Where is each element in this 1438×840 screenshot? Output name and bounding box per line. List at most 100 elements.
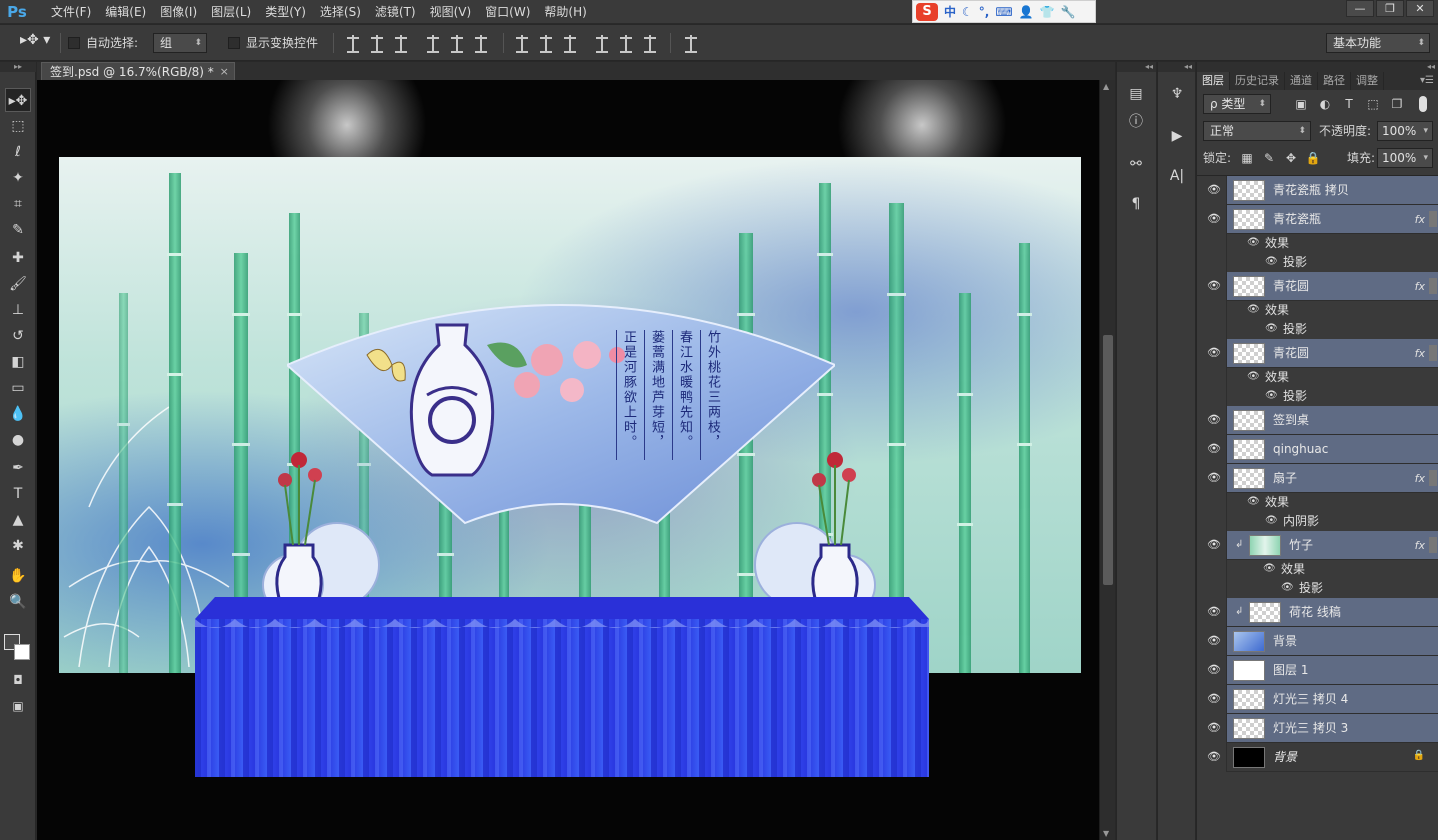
effects-row[interactable]: 👁 效果 (1197, 493, 1438, 512)
libraries-icon[interactable]: ▤ (1124, 82, 1148, 106)
eye-icon[interactable]: 👁 (1207, 212, 1221, 226)
actions-play-icon[interactable]: ▶ (1165, 124, 1189, 148)
pen-tool-icon[interactable]: ✒ (5, 456, 31, 480)
history-brush-tool-icon[interactable]: ↺ (5, 324, 31, 348)
eye-icon[interactable]: 👁 (1281, 582, 1294, 594)
canvas[interactable]: 竹外桃花三两枝， 春江水暖鸭先知。 蒌蒿满地芦芽短， 正是河豚欲上时。 (37, 80, 1099, 840)
shape-tool-icon[interactable]: ✱ (5, 534, 31, 558)
info-icon[interactable]: ⓘ (1124, 110, 1148, 134)
quick-mask-icon[interactable]: ◘ (5, 668, 31, 692)
menu-image[interactable]: 图像(I) (153, 0, 204, 24)
clone-stamp-tool-icon[interactable]: ⊥ (5, 298, 31, 322)
eye-icon[interactable]: 👁 (1265, 515, 1278, 527)
blur-tool-icon[interactable]: 💧 (5, 402, 31, 426)
eye-icon[interactable]: 👁 (1207, 634, 1221, 648)
zoom-tool-icon[interactable]: 🔍 (5, 590, 31, 614)
layer-row[interactable]: 👁 青花圆 fx (1197, 272, 1438, 301)
eye-icon[interactable]: 👁 (1247, 496, 1260, 508)
lock-pixels-icon[interactable]: ✎ (1261, 150, 1277, 166)
layer-fx-icon[interactable]: fx (1415, 464, 1425, 493)
moon-icon[interactable]: ☾ (962, 5, 973, 19)
ime-mode-toggle[interactable]: 中 (944, 3, 956, 20)
restore-button[interactable]: ❐ (1376, 0, 1404, 17)
type-tool-icon[interactable]: T (5, 482, 31, 506)
expand-effects-icon[interactable] (1429, 537, 1437, 553)
eye-icon[interactable]: 👁 (1207, 750, 1221, 764)
align-top-icon[interactable] (345, 35, 361, 53)
effects-row[interactable]: 👁 效果 (1197, 368, 1438, 387)
layer-row[interactable]: 👁 青花圆 fx (1197, 339, 1438, 368)
distribute-bottom-icon[interactable] (562, 35, 578, 53)
sogou-logo-icon[interactable]: S (916, 2, 938, 21)
distribute-right-icon[interactable] (642, 35, 658, 53)
keyboard-icon[interactable]: ⌨ (995, 5, 1012, 19)
scroll-down-icon[interactable]: ▼ (1103, 829, 1109, 838)
auto-select-checkbox[interactable] (68, 37, 80, 49)
layer-fx-icon[interactable]: fx (1415, 531, 1425, 560)
magic-wand-tool-icon[interactable]: ✦ (5, 166, 31, 190)
filter-type-icon[interactable]: T (1341, 96, 1357, 112)
layer-row[interactable]: 👁 ↲ 荷花 线稿 (1197, 598, 1438, 627)
filter-pixel-icon[interactable]: ▣ (1293, 96, 1309, 112)
marquee-tool-icon[interactable]: ⬚ (5, 114, 31, 138)
paragraph-icon[interactable]: ¶ (1124, 192, 1148, 216)
eye-icon[interactable]: 👁 (1207, 346, 1221, 360)
minimize-button[interactable]: — (1346, 0, 1374, 17)
filter-toggle-switch[interactable] (1419, 96, 1427, 112)
layer-row[interactable]: 👁 灯光三 拷贝 3 (1197, 714, 1438, 743)
align-left-icon[interactable] (425, 35, 441, 53)
user-icon[interactable]: 👤 (1019, 5, 1034, 19)
background-color-swatch[interactable] (14, 644, 30, 660)
effect-item-row[interactable]: 👁 投影 (1197, 320, 1438, 339)
layer-fx-icon[interactable]: fx (1415, 272, 1425, 301)
eyedropper-tool-icon[interactable]: ✎ (5, 218, 31, 242)
eye-icon[interactable]: 👁 (1247, 371, 1260, 383)
move-tool-icon[interactable]: ▸✥ (5, 88, 31, 112)
gradient-tool-icon[interactable]: ▭ (5, 376, 31, 400)
distribute-top-icon[interactable] (514, 35, 530, 53)
menu-edit[interactable]: 编辑(E) (98, 0, 153, 24)
eye-icon[interactable]: 👁 (1207, 605, 1221, 619)
layer-row[interactable]: 👁 ↲ 竹子 fx (1197, 531, 1438, 560)
eye-icon[interactable]: 👁 (1207, 538, 1221, 552)
brush-presets-icon[interactable]: ⚯ (1124, 152, 1148, 176)
close-button[interactable]: ✕ (1406, 0, 1434, 17)
crop-tool-icon[interactable]: ⌗ (5, 192, 31, 216)
layer-row[interactable]: 👁 背景 (1197, 627, 1438, 656)
eye-icon[interactable]: 👁 (1265, 256, 1278, 268)
scroll-up-icon[interactable]: ▲ (1103, 82, 1109, 91)
menu-type[interactable]: 类型(Y) (258, 0, 313, 24)
expand-effects-icon[interactable] (1429, 345, 1437, 361)
distribute-vcenter-icon[interactable] (538, 35, 554, 53)
collapse-panel-icon[interactable]: ◂◂ (1197, 62, 1438, 72)
align-right-icon[interactable] (473, 35, 489, 53)
menu-filter[interactable]: 滤镜(T) (368, 0, 423, 24)
canvas-vertical-scrollbar[interactable]: ▲ ▼ (1099, 80, 1115, 840)
blend-mode-dropdown[interactable]: 正常 ⬍ (1203, 121, 1311, 141)
effect-item-row[interactable]: 👁 投影 (1197, 253, 1438, 272)
layer-row[interactable]: 👁 扇子 fx (1197, 464, 1438, 493)
character-icon[interactable]: A| (1165, 164, 1189, 188)
layer-row[interactable]: 👁 青花瓷瓶 fx (1197, 205, 1438, 234)
panel-menu-icon[interactable]: ▾☰ (1420, 72, 1434, 90)
align-vcenter-icon[interactable] (369, 35, 385, 53)
menu-file[interactable]: 文件(F) (44, 0, 98, 24)
eye-icon[interactable]: 👁 (1207, 183, 1221, 197)
punctuation-icon[interactable]: °, (979, 5, 990, 19)
effects-row[interactable]: 👁 效果 (1197, 301, 1438, 320)
align-hcenter-icon[interactable] (449, 35, 465, 53)
hand-tool-icon[interactable]: ✋ (5, 564, 31, 588)
expand-effects-icon[interactable] (1429, 211, 1437, 227)
filter-smart-object-icon[interactable]: ❐ (1389, 96, 1405, 112)
toolbox-collapse-icon[interactable]: ▸▸ (0, 62, 36, 72)
lock-position-icon[interactable]: ✥ (1283, 150, 1299, 166)
filter-shape-icon[interactable]: ⬚ (1365, 96, 1381, 112)
skin-icon[interactable]: 👕 (1040, 5, 1055, 19)
layer-fx-icon[interactable]: fx (1415, 339, 1425, 368)
effects-row[interactable]: 👁 效果 (1197, 234, 1438, 253)
brush-tool-icon[interactable]: 🖌 (5, 272, 31, 296)
eye-icon[interactable]: 👁 (1207, 413, 1221, 427)
auto-align-layers-icon[interactable] (683, 35, 699, 53)
expand-effects-icon[interactable] (1429, 470, 1437, 486)
lock-all-icon[interactable]: 🔒 (1305, 150, 1321, 166)
